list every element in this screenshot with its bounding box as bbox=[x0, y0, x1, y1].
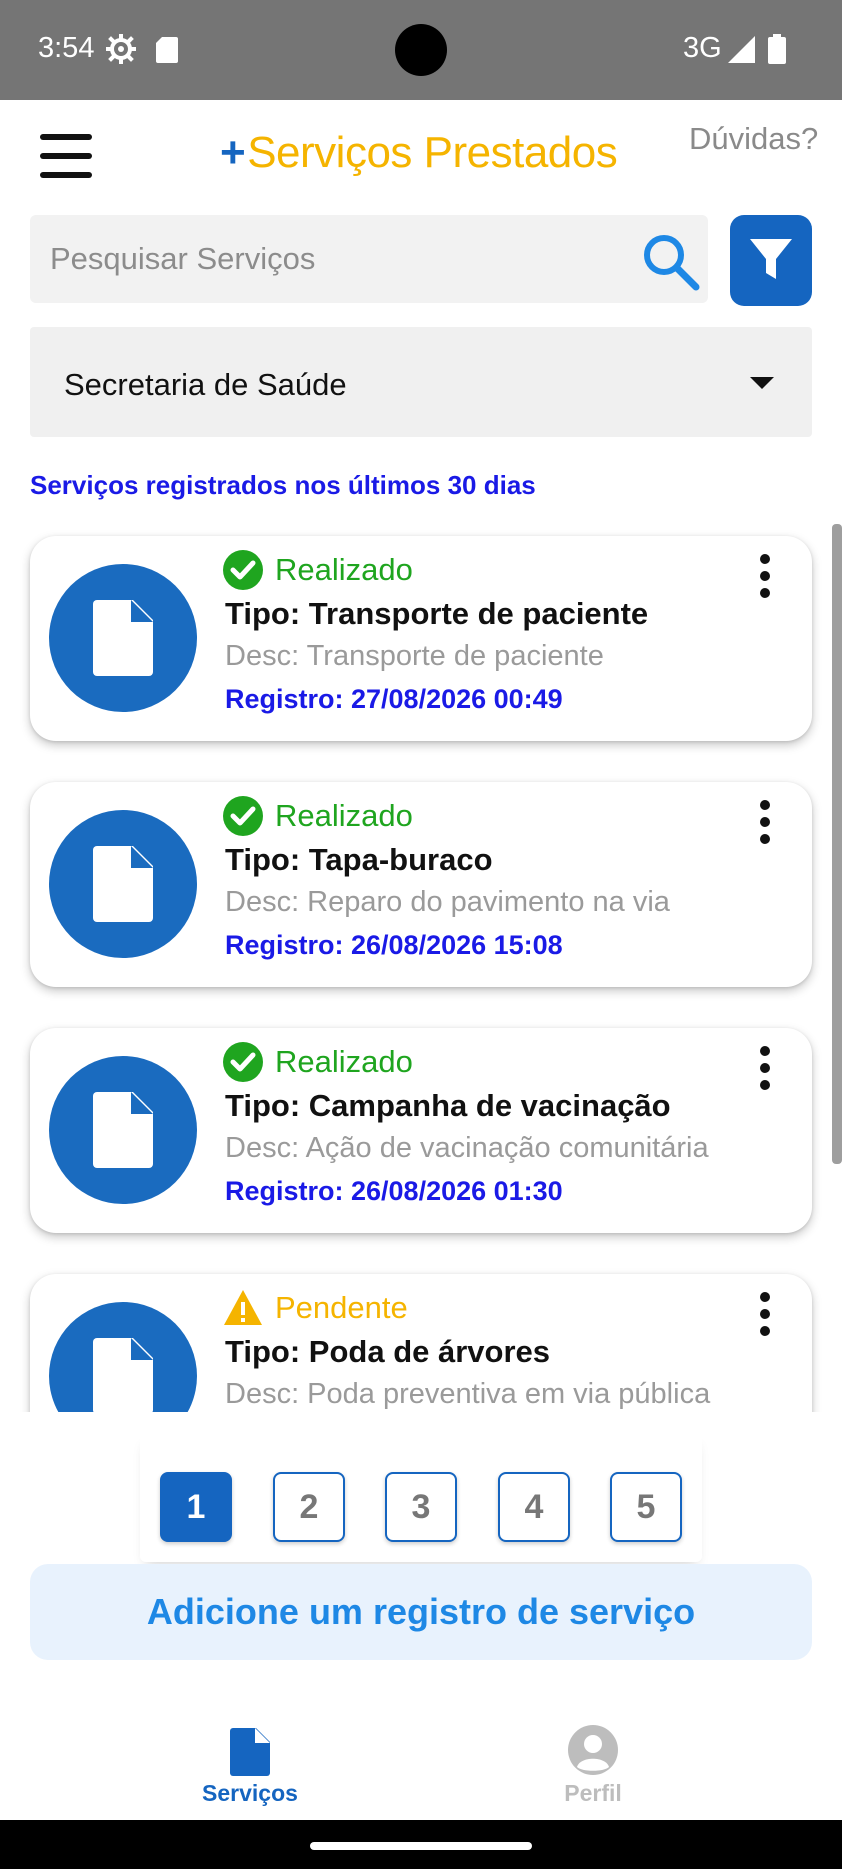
service-avatar bbox=[49, 1302, 197, 1412]
check-circle-icon bbox=[223, 1042, 263, 1082]
document-icon bbox=[93, 1092, 153, 1168]
page-button-1[interactable]: 1 bbox=[160, 1472, 232, 1542]
filter-button[interactable] bbox=[730, 215, 812, 306]
document-icon bbox=[230, 1728, 270, 1776]
check-circle-icon bbox=[223, 550, 263, 590]
more-vertical-icon[interactable] bbox=[750, 1046, 780, 1098]
status-bar: 3:54 3G bbox=[0, 0, 842, 100]
service-card[interactable]: Realizado Tipo: Campanha de vacinação De… bbox=[30, 1028, 812, 1233]
search-icon[interactable] bbox=[640, 231, 702, 293]
service-date: Registro: 27/08/2026 00:49 bbox=[225, 684, 563, 714]
network-type: 3G bbox=[683, 32, 722, 64]
service-status-text: Realizado bbox=[275, 798, 413, 833]
page-button-5[interactable]: 5 bbox=[610, 1472, 682, 1542]
tab-profile-label: Perfil bbox=[564, 1780, 622, 1806]
service-desc: Desc: Ação de vacinação comunitária bbox=[225, 1132, 709, 1164]
service-avatar bbox=[49, 1056, 197, 1204]
service-desc: Desc: Transporte de paciente bbox=[225, 640, 604, 672]
service-list[interactable]: Realizado Tipo: Transporte de paciente D… bbox=[0, 522, 842, 1412]
add-service-button[interactable]: Adicione um registro de serviço bbox=[30, 1564, 812, 1660]
home-indicator[interactable] bbox=[310, 1842, 532, 1850]
service-status: Realizado bbox=[223, 548, 413, 592]
service-desc: Desc: Reparo do pavimento na via bbox=[225, 886, 670, 918]
page-button-4[interactable]: 4 bbox=[498, 1472, 570, 1542]
service-desc: Desc: Poda preventiva em via pública bbox=[225, 1378, 711, 1410]
service-type: Tipo: Transporte de paciente bbox=[225, 596, 649, 631]
page-title: +Serviços Prestados bbox=[220, 128, 618, 178]
check-circle-icon bbox=[223, 796, 263, 836]
service-avatar bbox=[49, 810, 197, 958]
tab-services-label: Serviços bbox=[202, 1780, 298, 1806]
service-status: Pendente bbox=[223, 1286, 408, 1330]
document-icon bbox=[93, 1338, 153, 1412]
document-icon bbox=[93, 600, 153, 676]
pagination: 1 2 3 4 5 bbox=[140, 1432, 702, 1562]
service-status: Realizado bbox=[223, 1040, 413, 1084]
service-status: Realizado bbox=[223, 794, 413, 838]
service-type: Tipo: Poda de árvores bbox=[225, 1334, 551, 1369]
warning-icon bbox=[224, 1290, 262, 1325]
search-box bbox=[30, 215, 708, 303]
service-avatar bbox=[49, 564, 197, 712]
section-label: Serviços registrados nos últimos 30 dias bbox=[30, 470, 536, 500]
user-icon bbox=[568, 1725, 618, 1775]
more-vertical-icon[interactable] bbox=[750, 554, 780, 606]
list-scrollbar[interactable] bbox=[832, 524, 842, 1164]
more-vertical-icon[interactable] bbox=[750, 800, 780, 852]
service-card[interactable]: Realizado Tipo: Tapa-buraco Desc: Reparo… bbox=[30, 782, 812, 987]
service-date: Registro: 26/08/2026 15:08 bbox=[225, 930, 563, 960]
camera-cutout bbox=[395, 24, 447, 76]
service-status-text: Pendente bbox=[275, 1290, 408, 1325]
status-time: 3:54 bbox=[38, 32, 95, 64]
title-plus: + bbox=[220, 128, 246, 177]
title-text: Serviços Prestados bbox=[247, 128, 618, 177]
service-card[interactable]: Realizado Tipo: Transporte de paciente D… bbox=[30, 536, 812, 741]
bottom-nav: Serviços Perfil bbox=[0, 1700, 842, 1820]
sd-card-icon bbox=[156, 37, 178, 63]
service-type: Tipo: Tapa-buraco bbox=[225, 842, 493, 877]
service-date: Registro: 26/08/2026 01:30 bbox=[225, 1176, 563, 1206]
document-icon bbox=[93, 846, 153, 922]
search-input[interactable] bbox=[50, 215, 610, 303]
help-link[interactable]: Dúvidas? bbox=[689, 121, 818, 157]
bottom-panel: 1 2 3 4 5 Adicione um registro de serviç… bbox=[0, 1412, 842, 1700]
battery-icon bbox=[768, 34, 786, 64]
system-nav-bar bbox=[0, 1820, 842, 1869]
page-button-3[interactable]: 3 bbox=[385, 1472, 457, 1542]
more-vertical-icon[interactable] bbox=[750, 1292, 780, 1344]
tab-profile[interactable]: Perfil bbox=[443, 1700, 743, 1820]
service-status-text: Realizado bbox=[275, 1044, 413, 1079]
department-select[interactable]: Secretaria de Saúde bbox=[30, 327, 812, 437]
signal-icon bbox=[728, 36, 755, 63]
filter-icon bbox=[750, 239, 792, 279]
gear-icon bbox=[106, 34, 136, 64]
department-selected-value: Secretaria de Saúde bbox=[64, 367, 347, 402]
service-type: Tipo: Campanha de vacinação bbox=[225, 1088, 671, 1123]
hamburger-icon[interactable] bbox=[40, 134, 92, 178]
service-status-text: Realizado bbox=[275, 552, 413, 587]
page-button-2[interactable]: 2 bbox=[273, 1472, 345, 1542]
service-card[interactable]: Pendente Tipo: Poda de árvores Desc: Pod… bbox=[30, 1274, 812, 1412]
tab-services[interactable]: Serviços bbox=[100, 1700, 400, 1820]
caret-down-icon bbox=[750, 377, 774, 389]
